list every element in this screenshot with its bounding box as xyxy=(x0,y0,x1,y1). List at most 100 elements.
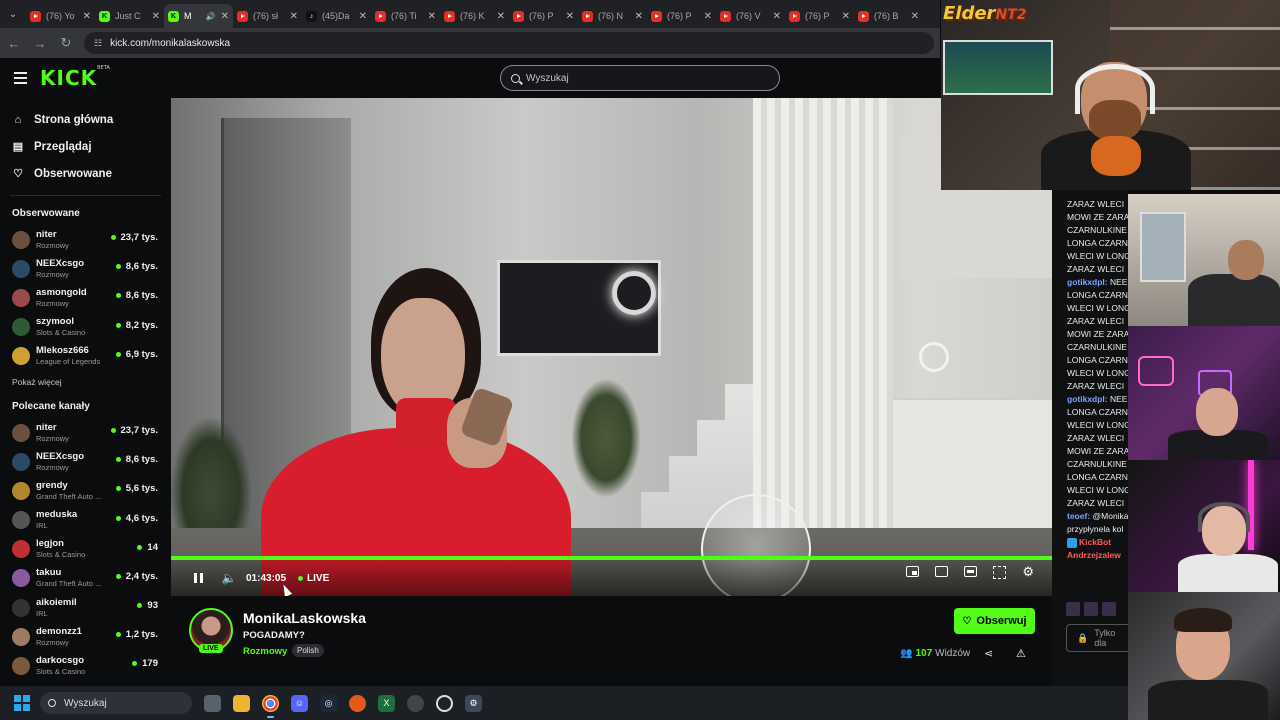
report-warning-icon[interactable]: ⚠ xyxy=(1016,647,1026,660)
channel-row[interactable]: szymool Slots & Casino 8,2 tys. xyxy=(0,313,171,342)
stream-category[interactable]: Rozmowy xyxy=(243,646,287,657)
channel-row[interactable]: niter Rozmowy 23,7 tys. xyxy=(0,225,171,254)
taskbar-search-input[interactable]: Wyszukaj xyxy=(40,692,192,714)
channel-row[interactable]: NEEXcsgo Rozmowy 8,6 tys. xyxy=(0,254,171,283)
channel-row[interactable]: Mlekosz666 League of Legends 6,9 tys. xyxy=(0,342,171,371)
close-tab-icon[interactable]: ✕ xyxy=(152,11,160,22)
follow-button[interactable]: ♡ Obserwuj xyxy=(954,608,1035,634)
share-icon[interactable]: ⋖ xyxy=(984,647,993,660)
origin-icon[interactable] xyxy=(349,694,366,712)
recorder-icon[interactable] xyxy=(407,694,424,712)
theater-mode-icon[interactable] xyxy=(964,566,978,577)
tab-audio-icon[interactable]: 🔊 xyxy=(206,12,216,21)
browser-tab[interactable]: ♪ (45)Da ✕ xyxy=(302,4,371,28)
channel-category: Slots & Casino xyxy=(36,328,86,338)
browser-tab[interactable]: (76) V ✕ xyxy=(716,4,785,28)
url-input[interactable]: ☷ kick.com/monikalaskowska xyxy=(84,32,934,54)
windows-start-icon[interactable] xyxy=(14,695,30,711)
close-tab-icon[interactable]: ✕ xyxy=(773,11,781,22)
search-input[interactable]: Wyszukaj xyxy=(500,65,780,91)
chrome-icon[interactable] xyxy=(262,694,279,718)
sidebar-nav-item[interactable]: ⌂ Strona główna xyxy=(0,106,171,133)
tab-title: (76) P xyxy=(529,11,554,21)
channel-name[interactable]: MonikaLaskowska xyxy=(243,610,366,626)
close-tab-icon[interactable]: ✕ xyxy=(635,11,643,22)
close-tab-icon[interactable]: ✕ xyxy=(428,11,436,22)
browser-tab[interactable]: (76) P ✕ xyxy=(509,4,578,28)
tab-search-dropdown-icon[interactable]: ⌄ xyxy=(0,0,26,28)
chat-message: ZARAZ WLECI xyxy=(1052,380,1128,393)
channel-row[interactable]: asmongold Rozmowy 8,6 tys. xyxy=(0,283,171,312)
emote-icon[interactable] xyxy=(1066,602,1080,616)
chat-username[interactable]: gotikxdpl: xyxy=(1067,394,1108,404)
excel-icon[interactable]: X xyxy=(378,694,395,712)
close-tab-icon[interactable]: ✕ xyxy=(359,11,367,22)
show-more-link[interactable]: Pokaż więcej xyxy=(0,377,171,387)
close-tab-icon[interactable]: ✕ xyxy=(290,11,298,22)
close-tab-icon[interactable]: ✕ xyxy=(221,11,229,22)
chat-text: CZARNULKINE xyxy=(1067,459,1127,469)
reload-icon[interactable]: ↻ xyxy=(54,31,78,55)
chat-message: ZARAZ WLECI xyxy=(1052,432,1128,445)
close-tab-icon[interactable]: ✕ xyxy=(911,11,919,22)
close-tab-icon[interactable]: ✕ xyxy=(704,11,712,22)
channel-row[interactable]: legjon Slots & Casino 14 xyxy=(0,535,171,564)
channel-row[interactable]: meduska IRL 4,6 tys. xyxy=(0,506,171,535)
youtube-favicon-icon xyxy=(789,10,800,22)
live-indicator[interactable]: LIVE xyxy=(298,573,329,584)
browser-tab[interactable]: (76) K ✕ xyxy=(440,4,509,28)
back-icon[interactable]: ← xyxy=(2,31,26,55)
close-tab-icon[interactable]: ✕ xyxy=(842,11,850,22)
channel-category: IRL xyxy=(36,521,48,531)
settings-gear-icon[interactable]: ⚙ xyxy=(1022,565,1034,579)
emote-icon[interactable] xyxy=(1102,602,1116,616)
chat-username[interactable]: teoef: xyxy=(1067,511,1090,521)
chat-message: MOWI ZE ZARA xyxy=(1052,445,1128,458)
clip-icon[interactable] xyxy=(935,566,949,577)
site-settings-icon[interactable]: ☷ xyxy=(94,38,102,49)
channel-row[interactable]: aikoiemil IRL 93 xyxy=(0,593,171,622)
browser-tab[interactable]: (76) P ✕ xyxy=(785,4,854,28)
chat-text: ZARAZ WLECI xyxy=(1067,381,1125,391)
channel-row[interactable]: takuu Grand Theft Auto ... 2,4 tys. xyxy=(0,564,171,593)
settings-icon[interactable]: ⚙ xyxy=(465,694,482,712)
browser-tab[interactable]: (76) B ✕ xyxy=(854,4,923,28)
browser-tab[interactable]: (76) sł ✕ xyxy=(233,4,302,28)
discord-icon[interactable]: ☺ xyxy=(291,694,308,712)
chat-username[interactable]: KickBot xyxy=(1079,537,1111,547)
browser-tab[interactable]: (76) N ✕ xyxy=(578,4,647,28)
emote-icon[interactable] xyxy=(1084,602,1098,616)
sidebar-nav-item[interactable]: ♡ Obserwowane xyxy=(0,160,171,187)
obs-icon[interactable] xyxy=(436,694,453,712)
browser-tab[interactable]: K M 🔊 ✕ xyxy=(164,4,233,28)
channel-row[interactable]: niter Rozmowy 23,7 tys. xyxy=(0,418,171,447)
kick-logo[interactable]: KICKBETA xyxy=(40,65,110,90)
browser-tab[interactable]: (76) Yo ✕ xyxy=(26,4,95,28)
pause-icon[interactable] xyxy=(192,566,204,590)
fullscreen-icon[interactable] xyxy=(993,566,1007,579)
browser-tab[interactable]: (76) Ti ✕ xyxy=(371,4,440,28)
channel-row[interactable]: grendy Grand Theft Auto ... 5,6 tys. xyxy=(0,476,171,505)
close-tab-icon[interactable]: ✕ xyxy=(83,11,91,22)
picture-in-picture-icon[interactable] xyxy=(906,566,920,577)
language-tag[interactable]: Polish xyxy=(292,644,324,657)
channel-row[interactable]: NEEXcsgo Rozmowy 8,6 tys. xyxy=(0,447,171,476)
forward-icon[interactable]: → xyxy=(28,31,52,55)
close-tab-icon[interactable]: ✕ xyxy=(566,11,574,22)
chat-username[interactable]: gotikxdpl: xyxy=(1067,277,1108,287)
chat-input[interactable]: 🔒 Tylko dla xyxy=(1066,624,1128,652)
task-view-icon[interactable] xyxy=(204,694,221,712)
volume-icon[interactable]: 🔈 xyxy=(222,566,237,590)
menu-icon[interactable] xyxy=(14,72,27,84)
channel-row[interactable]: demonzz1 Rozmowy 1,2 tys. xyxy=(0,622,171,651)
close-tab-icon[interactable]: ✕ xyxy=(497,11,505,22)
live-dot-icon xyxy=(115,351,121,357)
steam-icon[interactable]: ◎ xyxy=(320,694,337,712)
sidebar-nav-item[interactable]: ▤ Przeglądaj xyxy=(0,133,171,160)
chat-username[interactable]: Andrzejzalew xyxy=(1067,550,1121,560)
video-player[interactable]: 🔈 01:43:05 LIVE ⚙ xyxy=(171,98,1052,596)
browser-tab[interactable]: (76) P ✕ xyxy=(647,4,716,28)
browser-tab[interactable]: K Just C ✕ xyxy=(95,4,164,28)
channel-row[interactable]: darkocsgo Slots & Casino 179 xyxy=(0,651,171,680)
file-explorer-icon[interactable] xyxy=(233,694,250,712)
